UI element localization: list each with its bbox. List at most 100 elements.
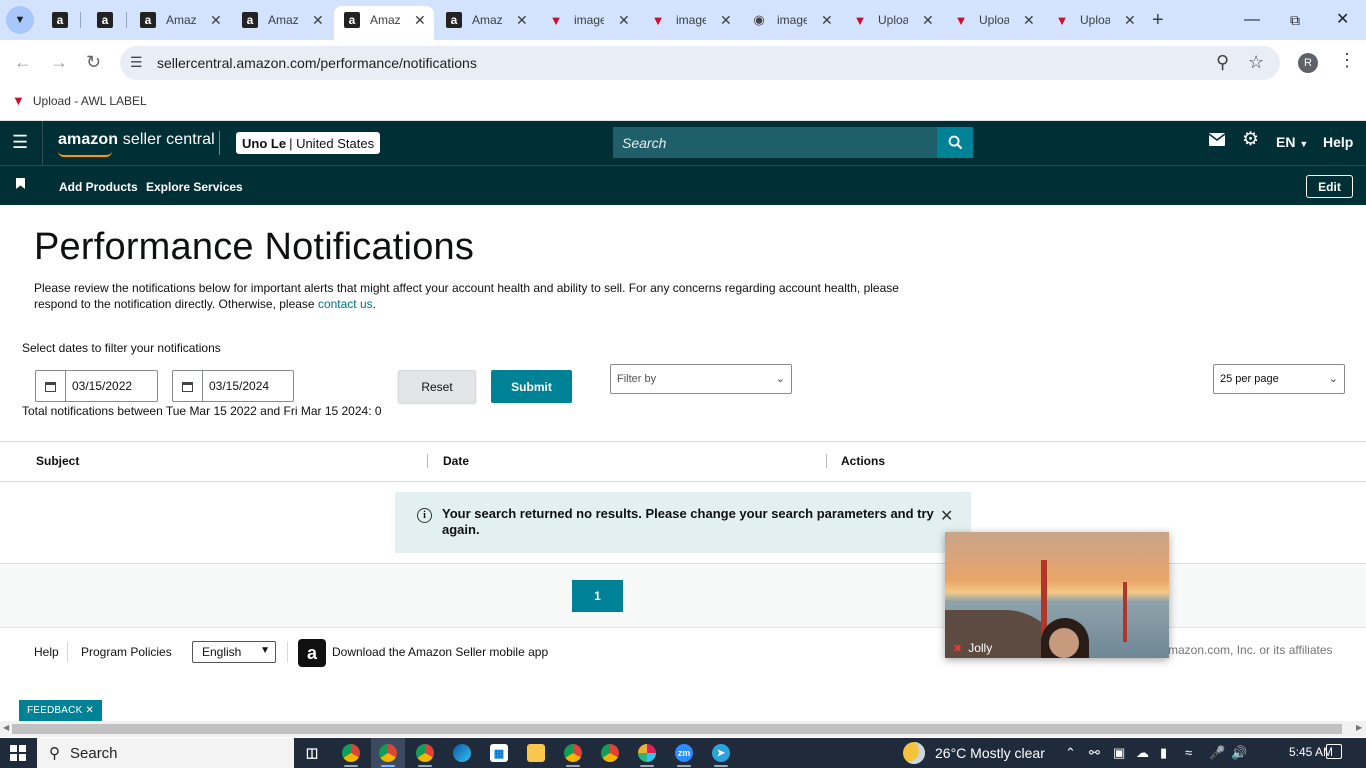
back-arrow-icon[interactable]: ←	[14, 52, 32, 72]
notification-center-icon[interactable]	[1326, 744, 1342, 759]
footer-language-select[interactable]: English ▼	[192, 641, 276, 663]
weather-moon-icon[interactable]	[903, 742, 925, 764]
search-button[interactable]	[937, 127, 973, 158]
reload-icon[interactable]: ↻	[86, 52, 101, 72]
browser-tab[interactable]: ▼ Uploa ✕	[852, 8, 934, 32]
browser-tab[interactable]: ◉ image ✕	[751, 8, 833, 32]
chrome-icon[interactable]	[379, 744, 397, 762]
chrome-icon[interactable]	[601, 744, 619, 762]
browser-tab[interactable]: a	[97, 8, 113, 32]
page-button-current[interactable]: 1	[572, 580, 623, 612]
usb-icon[interactable]: ⚯	[1089, 745, 1100, 761]
end-date-input[interactable]	[203, 371, 291, 401]
tab-close-icon[interactable]: ✕	[1023, 12, 1035, 29]
chrome-icon[interactable]	[564, 744, 582, 762]
task-view-icon[interactable]: ◫	[303, 744, 321, 762]
browser-tab[interactable]: ▼ Uploa ✕	[953, 8, 1035, 32]
store-icon[interactable]: ▦	[490, 744, 508, 762]
restore-icon[interactable]: ⧉	[1290, 10, 1300, 30]
browser-tab[interactable]: a Amaz ✕	[446, 8, 528, 32]
amazon-app-icon[interactable]: a	[298, 639, 326, 667]
tab-search-button[interactable]: ▼	[6, 6, 34, 34]
tab-close-icon[interactable]: ✕	[1124, 12, 1136, 29]
wifi-icon[interactable]: ≈	[1185, 745, 1192, 760]
reset-button[interactable]: Reset	[398, 370, 476, 403]
scrollbar-thumb[interactable]	[12, 724, 1342, 734]
tab-close-icon[interactable]: ✕	[516, 12, 528, 29]
account-switcher[interactable]: Uno Le | United States	[236, 132, 381, 154]
zoom-app-icon[interactable]: zm	[675, 744, 693, 762]
tab-close-icon[interactable]: ✕	[618, 12, 630, 29]
file-explorer-icon[interactable]	[527, 744, 545, 762]
chrome-icon[interactable]	[342, 744, 360, 762]
more-menu-icon[interactable]: ⋮	[1338, 50, 1356, 71]
edge-icon[interactable]	[453, 744, 471, 762]
scroll-right-arrow-icon[interactable]: ▶	[1356, 723, 1362, 732]
browser-tab[interactable]: a Amaz ✕	[140, 8, 222, 32]
tab-close-icon[interactable]: ✕	[922, 12, 934, 29]
volume-icon[interactable]: 🔊	[1231, 745, 1247, 761]
column-header-date[interactable]: Date	[443, 454, 469, 468]
site-info-icon[interactable]: ☰	[130, 54, 143, 71]
profile-avatar[interactable]: R	[1298, 53, 1318, 73]
telegram-icon[interactable]: ➤	[712, 744, 730, 762]
hamburger-menu-icon[interactable]: ☰	[12, 133, 28, 151]
nav-add-products[interactable]: Add Products	[59, 180, 138, 194]
forward-arrow-icon[interactable]: →	[50, 52, 68, 72]
tab-close-icon[interactable]: ✕	[210, 12, 222, 29]
browser-tab[interactable]: ▼ image ✕	[650, 8, 732, 32]
browser-tab[interactable]: a	[52, 8, 68, 32]
minimize-icon[interactable]: —	[1244, 10, 1260, 30]
zoom-icon[interactable]: ⚲	[1216, 52, 1229, 73]
filter-by-select[interactable]: Filter by ⌄	[610, 364, 792, 394]
microphone-icon[interactable]: 🎤	[1209, 745, 1225, 761]
tab-close-icon[interactable]: ✕	[414, 12, 426, 29]
video-call-overlay[interactable]: ✖ Jolly	[945, 532, 1169, 658]
scroll-left-arrow-icon[interactable]: ◀	[3, 723, 9, 732]
taskbar-search[interactable]: ⚲ Search	[37, 738, 294, 768]
camera-icon[interactable]: ▣	[1113, 745, 1125, 761]
column-header-subject[interactable]: Subject	[36, 454, 79, 468]
seller-central-logo[interactable]: amazon seller central	[58, 131, 215, 149]
chrome-icon[interactable]	[416, 744, 434, 762]
bookmark-icon[interactable]	[16, 178, 25, 192]
browser-tab[interactable]: ▼ Uploa ✕	[1054, 8, 1136, 32]
header-search-input[interactable]	[613, 127, 937, 158]
bookmark-star-icon[interactable]: ☆	[1248, 52, 1264, 73]
window-close-icon[interactable]: ✕	[1336, 10, 1349, 30]
edit-nav-button[interactable]: Edit	[1306, 175, 1353, 198]
address-bar[interactable]: ☰ sellercentral.amazon.com/performance/n…	[120, 46, 1280, 80]
close-icon[interactable]: ✕	[85, 705, 94, 716]
contact-us-link[interactable]: contact us	[318, 297, 373, 311]
calendar-icon[interactable]	[36, 371, 66, 401]
windows-start-icon[interactable]	[10, 745, 26, 761]
tab-close-icon[interactable]: ✕	[821, 12, 833, 29]
tab-close-icon[interactable]: ✕	[312, 12, 324, 29]
feedback-button[interactable]: FEEDBACK ✕	[19, 700, 102, 721]
tab-close-icon[interactable]: ✕	[720, 12, 732, 29]
help-link[interactable]: Help	[1323, 134, 1353, 150]
language-selector[interactable]: EN ▼	[1276, 134, 1308, 150]
tray-chevron-up-icon[interactable]: ⌃	[1065, 745, 1076, 761]
bookmark-item[interactable]: ▼ Upload - AWL LABEL	[12, 93, 147, 108]
browser-tab[interactable]: a Amaz ✕	[242, 8, 324, 32]
download-app-link[interactable]: Download the Amazon Seller mobile app	[332, 645, 548, 659]
onedrive-cloud-icon[interactable]: ☁	[1136, 745, 1149, 761]
start-date-input[interactable]	[66, 371, 156, 401]
mail-icon[interactable]	[1208, 133, 1226, 151]
submit-button[interactable]: Submit	[491, 370, 572, 403]
per-page-select[interactable]: 25 per page ⌄	[1213, 364, 1345, 394]
footer-help-link[interactable]: Help	[34, 645, 59, 659]
settings-gear-icon[interactable]: ⚙	[1242, 130, 1259, 149]
weather-text[interactable]: 26°C Mostly clear	[935, 745, 1045, 761]
new-tab-plus-icon[interactable]: +	[1152, 10, 1164, 30]
browser-tab-active[interactable]: a Amaz ✕	[344, 8, 426, 32]
nav-explore-services[interactable]: Explore Services	[146, 180, 243, 194]
url-text[interactable]: sellercentral.amazon.com/performance/not…	[157, 55, 477, 71]
horizontal-scrollbar[interactable]: ◀ ▶	[0, 721, 1366, 737]
calendar-icon[interactable]	[173, 371, 203, 401]
footer-program-policies-link[interactable]: Program Policies	[81, 645, 172, 659]
slack-icon[interactable]	[638, 744, 656, 762]
close-icon[interactable]: ✕	[940, 506, 953, 526]
browser-tab[interactable]: ▼ image ✕	[548, 8, 630, 32]
